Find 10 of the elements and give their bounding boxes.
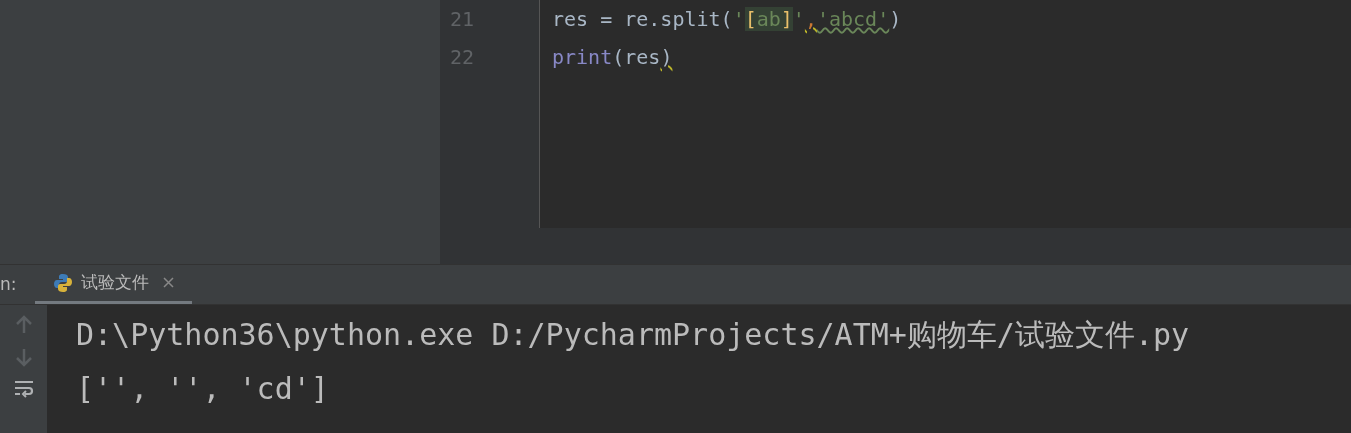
run-label: n: bbox=[0, 273, 17, 296]
code-line: res = re.split('[ab]','abcd') bbox=[552, 6, 902, 33]
console-line: D:\Python36\python.exe D:/PycharmProjects/ATM+购物车/试验文件.py bbox=[76, 316, 1191, 354]
python-icon bbox=[52, 272, 73, 293]
down-arrow-icon[interactable] bbox=[14, 347, 33, 367]
close-icon[interactable] bbox=[162, 277, 174, 288]
console-line: ['', '', 'cd'] bbox=[76, 370, 330, 408]
code-line: print(res) bbox=[552, 44, 674, 71]
soft-wrap-icon[interactable] bbox=[12, 379, 35, 399]
up-arrow-icon[interactable] bbox=[14, 315, 33, 335]
